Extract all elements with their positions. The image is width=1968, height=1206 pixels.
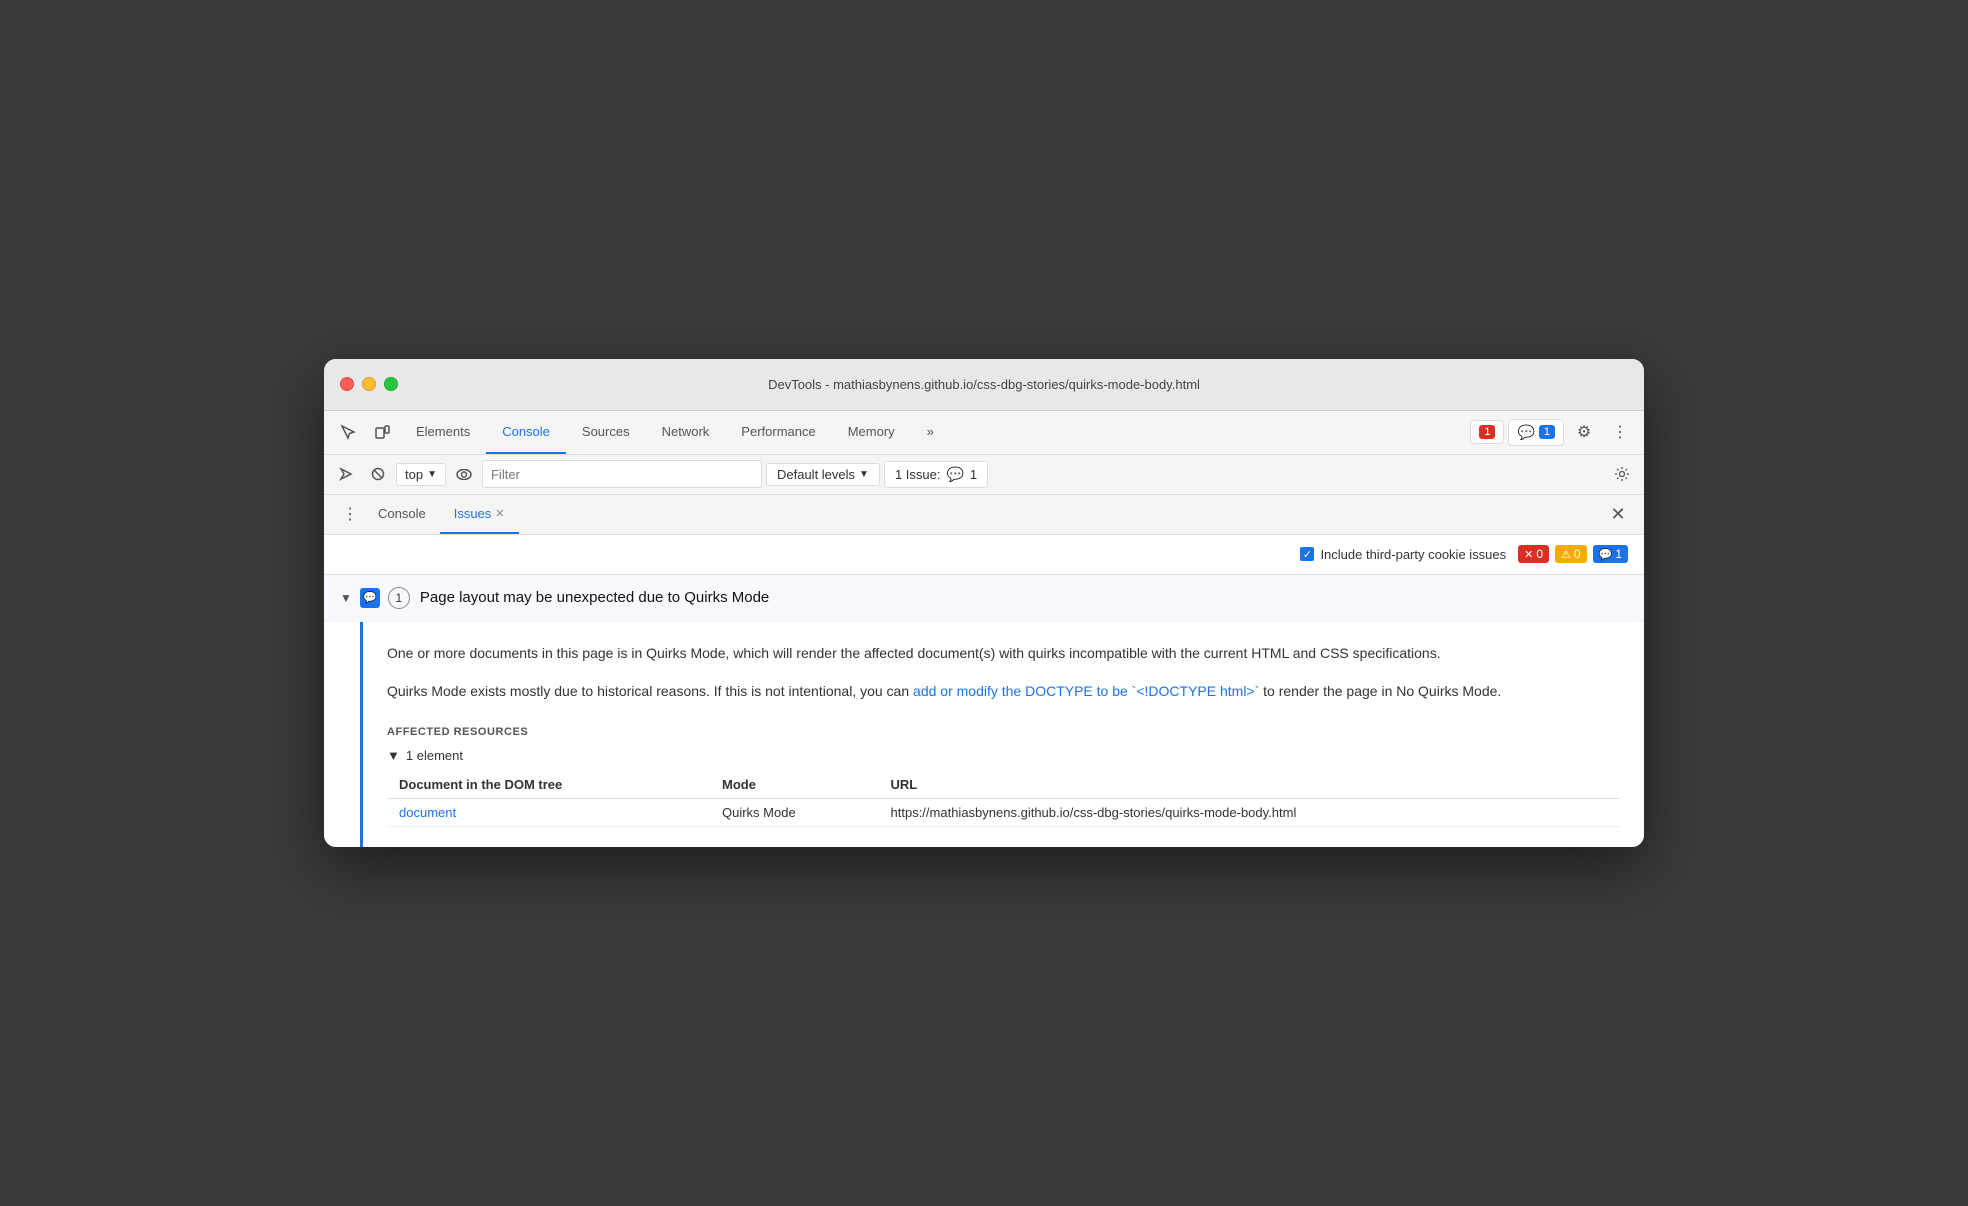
eye-button[interactable] bbox=[450, 460, 478, 488]
panel-tabs-row: ⋮ Console Issues ✕ ✕ bbox=[324, 495, 1644, 535]
panel-tabs-right: ✕ bbox=[1604, 500, 1632, 528]
console-toolbar: top ▼ Default levels ▼ 1 Issue: 💬 1 bbox=[324, 455, 1644, 495]
traffic-lights bbox=[340, 377, 398, 391]
issue-link[interactable]: add or modify the DOCTYPE to be `<!DOCTY… bbox=[913, 683, 1259, 699]
main-toolbar: Elements Console Sources Network Perform… bbox=[324, 411, 1644, 455]
window-title: DevTools - mathiasbynens.github.io/css-d… bbox=[768, 377, 1200, 392]
affected-expander[interactable]: ▼ 1 element bbox=[387, 748, 1620, 763]
info-count-button[interactable]: 💬 1 bbox=[1508, 419, 1564, 446]
issues-button[interactable]: 1 Issue: 💬 1 bbox=[884, 461, 988, 488]
mode-cell: Quirks Mode bbox=[710, 799, 879, 827]
close-panel-button[interactable]: ✕ bbox=[1604, 500, 1632, 528]
block-button[interactable] bbox=[364, 460, 392, 488]
error-icon: ✕ bbox=[1524, 548, 1533, 561]
warning-count-badge: ⚠ 0 bbox=[1555, 545, 1587, 563]
url-cell: https://mathiasbynens.github.io/css-dbg-… bbox=[879, 799, 1620, 827]
more-options-button[interactable]: ⋮ bbox=[1604, 416, 1636, 448]
panel-tab-issues[interactable]: Issues ✕ bbox=[440, 494, 519, 534]
issue-description-1: One or more documents in this page is in… bbox=[387, 642, 1620, 664]
tab-elements[interactable]: Elements bbox=[400, 410, 486, 454]
error-badge: 1 bbox=[1479, 425, 1495, 439]
warning-icon: ⚠ bbox=[1561, 548, 1571, 561]
issue-row[interactable]: ▼ 💬 1 Page layout may be unexpected due … bbox=[324, 575, 1644, 622]
chevron-down-icon: ▼ bbox=[387, 748, 400, 763]
toolbar-right: 1 💬 1 ⚙ ⋮ bbox=[1470, 416, 1636, 448]
close-button[interactable] bbox=[340, 377, 354, 391]
chevron-down-icon: ▼ bbox=[859, 469, 869, 480]
issue-count-circle: 1 bbox=[388, 587, 410, 609]
close-panel-tab-button[interactable]: ✕ bbox=[495, 507, 504, 520]
console-settings-button[interactable] bbox=[1608, 460, 1636, 488]
levels-dropdown[interactable]: Default levels ▼ bbox=[766, 463, 880, 486]
affected-resources: AFFECTED RESOURCES ▼ 1 element Document … bbox=[387, 726, 1620, 827]
checkbox-icon: ✓ bbox=[1300, 547, 1314, 561]
expand-icon: ▼ bbox=[340, 591, 352, 605]
checkmark-icon: ✓ bbox=[1303, 548, 1312, 561]
filter-input[interactable] bbox=[482, 460, 762, 488]
info-badge: 1 bbox=[1539, 425, 1555, 439]
tab-sources[interactable]: Sources bbox=[566, 410, 646, 454]
chevron-down-icon: ▼ bbox=[427, 469, 437, 480]
info-count-badge: 💬 1 bbox=[1593, 545, 1628, 563]
issue-counts: ✕ 0 ⚠ 0 💬 1 bbox=[1518, 545, 1628, 563]
issues-toolbar: ✓ Include third-party cookie issues ✕ 0 … bbox=[324, 535, 1644, 575]
third-party-cookie-checkbox[interactable]: ✓ Include third-party cookie issues bbox=[1300, 547, 1506, 562]
col-document: Document in the DOM tree bbox=[387, 771, 710, 799]
dots-icon: ⋮ bbox=[1612, 422, 1628, 442]
panel-more-button[interactable]: ⋮ bbox=[336, 500, 364, 528]
clear-console-button[interactable] bbox=[332, 460, 360, 488]
error-count-badge: ✕ 0 bbox=[1518, 545, 1549, 563]
chat-icon: 💬 bbox=[946, 466, 963, 483]
tab-performance[interactable]: Performance bbox=[725, 410, 831, 454]
affected-resources-label: AFFECTED RESOURCES bbox=[387, 726, 1620, 738]
select-element-button[interactable] bbox=[332, 416, 364, 448]
issue-type-icon: 💬 bbox=[360, 588, 380, 608]
tab-bar: Elements Console Sources Network Perform… bbox=[400, 410, 1468, 454]
affected-table: Document in the DOM tree Mode URL docume… bbox=[387, 771, 1620, 827]
tab-more[interactable]: » bbox=[911, 410, 950, 454]
col-url: URL bbox=[879, 771, 1620, 799]
settings-button[interactable]: ⚙ bbox=[1568, 416, 1600, 448]
issue-title: Page layout may be unexpected due to Qui… bbox=[420, 589, 769, 606]
maximize-button[interactable] bbox=[384, 377, 398, 391]
titlebar: DevTools - mathiasbynens.github.io/css-d… bbox=[324, 359, 1644, 411]
chat-icon: 💬 bbox=[1517, 424, 1534, 441]
document-link[interactable]: document bbox=[399, 805, 456, 820]
gear-icon: ⚙ bbox=[1577, 422, 1591, 442]
issues-content: ▼ 💬 1 Page layout may be unexpected due … bbox=[324, 575, 1644, 848]
info-icon: 💬 bbox=[1599, 548, 1613, 561]
col-mode: Mode bbox=[710, 771, 879, 799]
panel-tab-console[interactable]: Console bbox=[364, 494, 440, 534]
issue-body: One or more documents in this page is in… bbox=[360, 622, 1644, 848]
device-toolbar-button[interactable] bbox=[366, 416, 398, 448]
tab-network[interactable]: Network bbox=[646, 410, 726, 454]
tab-console[interactable]: Console bbox=[486, 410, 566, 454]
minimize-button[interactable] bbox=[362, 377, 376, 391]
error-count-button[interactable]: 1 bbox=[1470, 420, 1504, 444]
issue-description-2: Quirks Mode exists mostly due to histori… bbox=[387, 680, 1620, 702]
table-row: document Quirks Mode https://mathiasbyne… bbox=[387, 799, 1620, 827]
context-selector[interactable]: top ▼ bbox=[396, 463, 446, 486]
devtools-window: DevTools - mathiasbynens.github.io/css-d… bbox=[324, 359, 1644, 848]
dots-icon: ⋮ bbox=[342, 504, 358, 524]
tab-memory[interactable]: Memory bbox=[832, 410, 911, 454]
